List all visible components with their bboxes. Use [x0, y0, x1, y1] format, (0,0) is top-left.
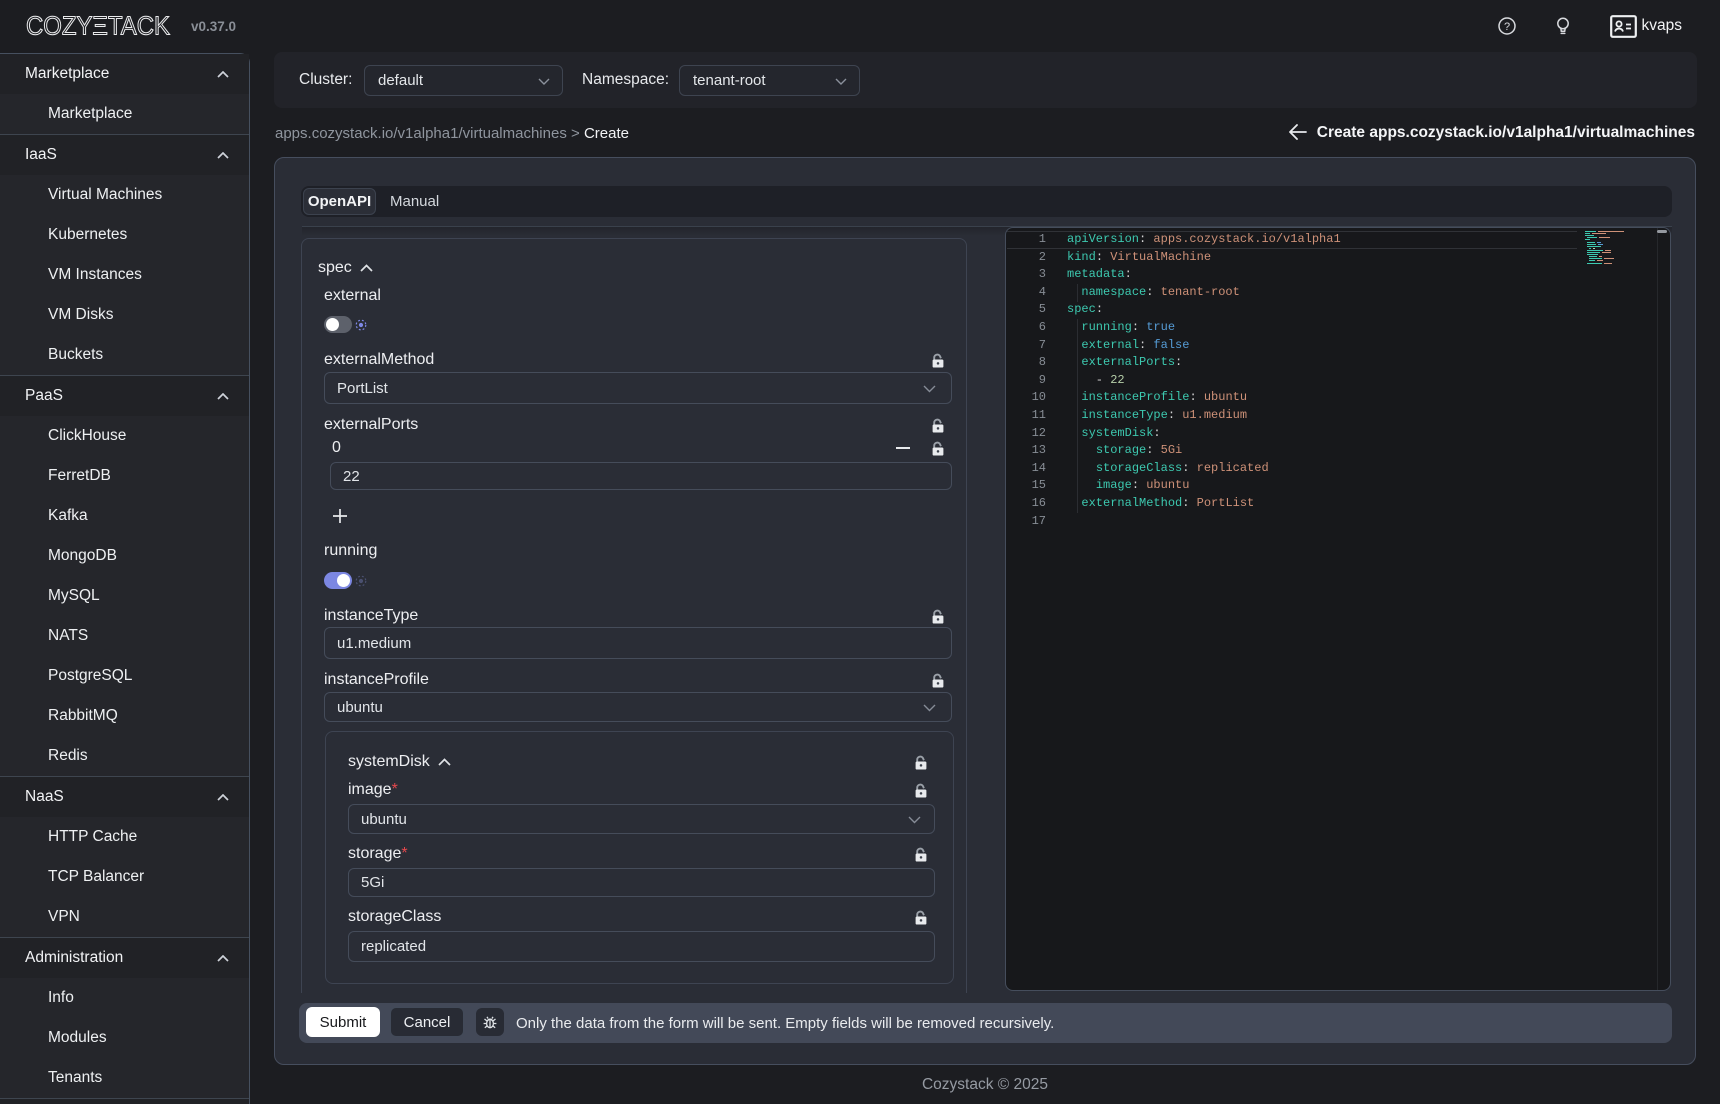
svg-text:COZYΞTACK: COZYΞTACK: [26, 11, 171, 41]
svg-text:?: ?: [1503, 21, 1509, 33]
